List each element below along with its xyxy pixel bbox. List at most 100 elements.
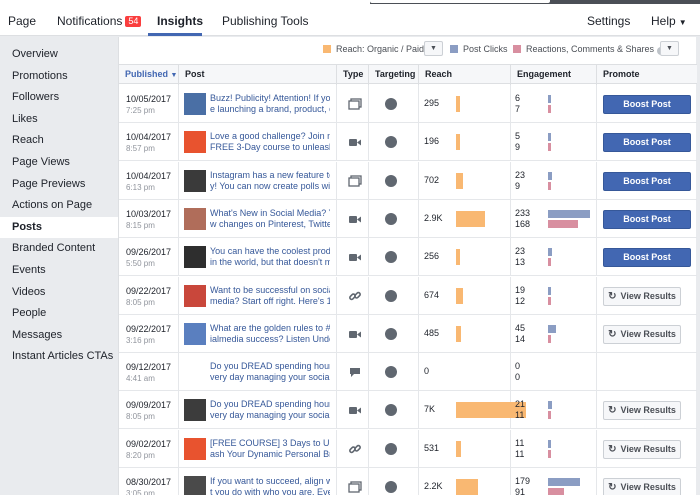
post-thumbnail[interactable] bbox=[184, 207, 206, 230]
sidebar-item-branded-content[interactable]: Branded Content bbox=[0, 238, 118, 259]
col-engagement[interactable]: Engagement bbox=[511, 65, 597, 85]
published-cell: 09/02/2017 8:20 pm bbox=[119, 429, 179, 468]
sidebar-item-followers[interactable]: Followers bbox=[0, 87, 118, 108]
table-row[interactable]: 09/09/2017 8:05 pm Do you DREAD spending… bbox=[119, 391, 697, 430]
post-text[interactable]: Buzz! Publicity! Attention! If you'r e la… bbox=[210, 93, 330, 115]
view-results-button[interactable]: ↻ View Results bbox=[603, 478, 681, 495]
view-results-button[interactable]: ↻ View Results bbox=[603, 439, 681, 459]
post-text[interactable]: You can have the coolest product in the w… bbox=[210, 246, 330, 268]
view-results-label: View Results bbox=[620, 405, 676, 416]
post-cell[interactable]: Buzz! Publicity! Attention! If you'r e la… bbox=[179, 85, 337, 123]
post-thumbnail[interactable] bbox=[184, 322, 206, 345]
post-text[interactable]: What's New in Social Media? Yo w changes … bbox=[210, 208, 330, 230]
post-text-line-1: What's New in Social Media? Yo bbox=[210, 207, 330, 218]
table-row[interactable]: 08/30/2017 3:05 pm If you want to succee… bbox=[119, 468, 697, 495]
post-thumbnail[interactable] bbox=[184, 169, 206, 192]
table-row[interactable]: 10/03/2017 8:15 pm What's New in Social … bbox=[119, 199, 697, 238]
sidebar-item-messages[interactable]: Messages bbox=[0, 325, 118, 346]
post-thumbnail[interactable] bbox=[184, 437, 206, 460]
sidebar-item-videos[interactable]: Videos bbox=[0, 282, 118, 303]
globe-icon bbox=[385, 212, 397, 225]
col-targeting[interactable]: Targeting bbox=[369, 65, 419, 85]
post-text[interactable]: What are the golden rules to #socialmedi… bbox=[210, 323, 330, 345]
post-text-line-1: If you want to succeed, align wha bbox=[210, 476, 330, 486]
table-row[interactable]: 10/04/2017 8:57 pm Love a good challenge… bbox=[119, 123, 697, 162]
post-text[interactable]: Do you DREAD spending hours every day ma… bbox=[210, 361, 330, 383]
post-thumbnail[interactable] bbox=[184, 246, 206, 269]
sidebar-item-posts[interactable]: Posts bbox=[0, 216, 118, 238]
post-text[interactable]: Instagram has a new feature today! You c… bbox=[210, 170, 330, 192]
nav-page[interactable]: Page bbox=[8, 14, 36, 28]
boost-post-button[interactable]: Boost Post bbox=[603, 95, 691, 114]
sidebar-item-actions-on-page[interactable]: Actions on Page bbox=[0, 195, 118, 216]
col-type[interactable]: Type bbox=[337, 65, 369, 85]
post-cell[interactable]: What's New in Social Media? Yo w changes … bbox=[179, 199, 337, 238]
engagement-dropdown-button[interactable]: ▼ bbox=[660, 41, 679, 56]
post-text[interactable]: If you want to succeed, align wha t you d… bbox=[210, 476, 330, 495]
boost-post-button[interactable]: Boost Post bbox=[603, 209, 691, 229]
col-post[interactable]: Post bbox=[179, 65, 337, 85]
post-time: 6:13 pm bbox=[126, 182, 155, 192]
sidebar-item-promotions[interactable]: Promotions bbox=[0, 66, 118, 87]
reach-cell: 674 bbox=[419, 276, 511, 315]
view-results-button[interactable]: ↻ View Results bbox=[603, 324, 681, 344]
sidebar-item-events[interactable]: Events bbox=[0, 260, 118, 281]
post-cell[interactable]: Instagram has a new feature today! You c… bbox=[179, 161, 337, 200]
post-clicks-bar bbox=[548, 95, 551, 103]
post-text[interactable]: Do you DREAD spending hours every day ma… bbox=[210, 399, 330, 421]
sidebar-item-reach[interactable]: Reach bbox=[0, 130, 118, 151]
nav-publishing-tools[interactable]: Publishing Tools bbox=[222, 14, 309, 28]
type-cell bbox=[337, 199, 369, 238]
view-results-button[interactable]: ↻ View Results bbox=[603, 286, 681, 306]
post-thumbnail[interactable] bbox=[184, 284, 206, 307]
table-row[interactable]: 10/04/2017 6:13 pm Instagram has a new f… bbox=[119, 161, 697, 200]
post-text[interactable]: Want to be successful on social media? St… bbox=[210, 285, 330, 307]
targeting-cell bbox=[369, 276, 419, 315]
reach-dropdown-button[interactable]: ▼ bbox=[424, 41, 443, 56]
sort-caret-icon: ▼ bbox=[170, 72, 178, 79]
globe-icon bbox=[385, 481, 397, 493]
reach-bar bbox=[456, 440, 461, 457]
boost-post-button[interactable]: Boost Post bbox=[603, 248, 691, 268]
sidebar-item-instant-articles-ctas[interactable]: Instant Articles CTAs bbox=[0, 346, 118, 367]
col-published[interactable]: Published ▼ bbox=[119, 65, 179, 85]
table-row[interactable]: 09/22/2017 8:05 pm Want to be successful… bbox=[119, 276, 697, 315]
table-row[interactable]: 09/12/2017 4:41 am Do you DREAD spending… bbox=[119, 353, 697, 392]
post-cell[interactable]: [FREE COURSE] 3 Days to Unle ash Your Dyn… bbox=[179, 429, 337, 468]
sidebar-item-likes[interactable]: Likes bbox=[0, 109, 118, 130]
table-row[interactable]: 09/02/2017 8:20 pm [FREE COURSE] 3 Days … bbox=[119, 429, 697, 468]
sidebar-item-overview[interactable]: Overview bbox=[0, 44, 118, 65]
post-cell[interactable]: Want to be successful on social media? St… bbox=[179, 276, 337, 315]
table-row[interactable]: 10/05/2017 7:25 pm Buzz! Publicity! Atte… bbox=[119, 85, 697, 123]
post-thumbnail[interactable] bbox=[184, 93, 206, 115]
post-cell[interactable]: You can have the coolest product in the w… bbox=[179, 238, 337, 277]
nav-help[interactable]: Help ▼ bbox=[651, 14, 687, 28]
table-row[interactable]: 09/22/2017 3:16 pm What are the golden r… bbox=[119, 314, 697, 353]
post-thumbnail[interactable] bbox=[184, 399, 206, 422]
col-reach[interactable]: Reach bbox=[419, 65, 511, 85]
col-promote[interactable]: Promote bbox=[597, 65, 697, 85]
sidebar-item-people[interactable]: People bbox=[0, 303, 118, 324]
post-cell[interactable]: Love a good challenge? Join my FREE 3-Day… bbox=[179, 123, 337, 162]
reactions-bar bbox=[548, 219, 578, 228]
post-text[interactable]: [FREE COURSE] 3 Days to Unle ash Your Dyn… bbox=[210, 438, 330, 460]
post-clicks-value: 19 bbox=[515, 284, 526, 295]
nav-notifications[interactable]: Notifications 54 bbox=[57, 14, 142, 28]
nav-insights[interactable]: Insights bbox=[157, 14, 203, 28]
view-results-button[interactable]: ↻ View Results bbox=[603, 401, 681, 421]
sidebar-item-page-views[interactable]: Page Views bbox=[0, 152, 118, 173]
targeting-cell bbox=[369, 123, 419, 162]
post-cell[interactable]: What are the golden rules to #socialmedi… bbox=[179, 314, 337, 353]
post-cell[interactable]: Do you DREAD spending hours every day ma… bbox=[179, 353, 337, 392]
table-row[interactable]: 09/26/2017 5:50 pm You can have the cool… bbox=[119, 238, 697, 277]
post-cell[interactable]: Do you DREAD spending hours every day ma… bbox=[179, 391, 337, 430]
post-thumbnail[interactable] bbox=[184, 131, 206, 154]
published-cell: 09/09/2017 8:05 pm bbox=[119, 391, 179, 430]
post-thumbnail[interactable] bbox=[184, 476, 206, 495]
boost-post-button[interactable]: Boost Post bbox=[603, 133, 691, 153]
nav-settings[interactable]: Settings bbox=[587, 14, 630, 28]
sidebar-item-page-previews[interactable]: Page Previews bbox=[0, 174, 118, 195]
boost-post-button[interactable]: Boost Post bbox=[603, 171, 691, 191]
post-text[interactable]: Love a good challenge? Join my FREE 3-Day… bbox=[210, 131, 330, 153]
post-cell[interactable]: If you want to succeed, align wha t you d… bbox=[179, 468, 337, 495]
